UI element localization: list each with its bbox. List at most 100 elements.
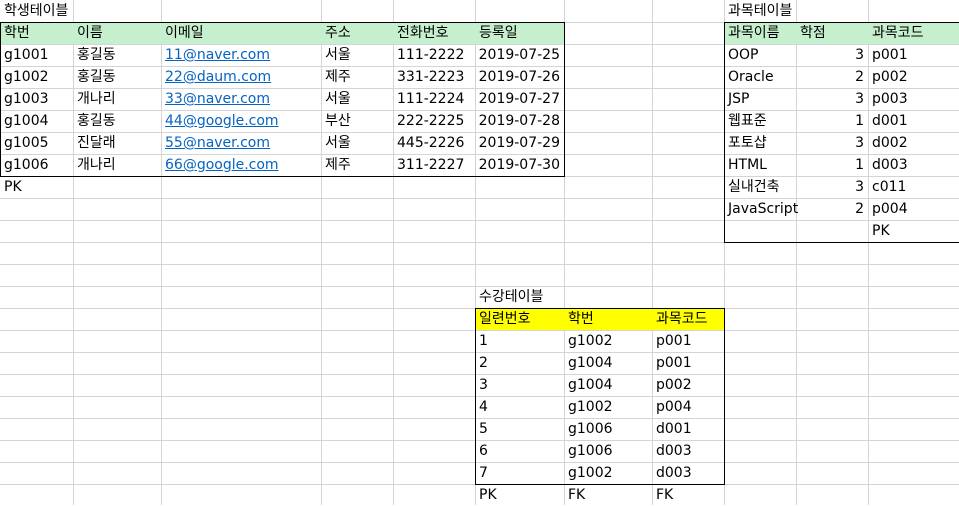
student-data-cell[interactable]: 제주 <box>321 66 393 87</box>
enroll-data-cell[interactable]: g1006 <box>564 418 652 439</box>
student-data-cell[interactable]: g1002 <box>0 66 73 87</box>
student-data-cell[interactable]: 222-2225 <box>393 110 475 131</box>
enroll-data-cell[interactable]: 3 <box>475 374 564 395</box>
course-data-cell[interactable]: OOP <box>724 44 796 65</box>
email-link[interactable]: 33@naver.com <box>161 88 321 109</box>
student-data-cell[interactable]: 서울 <box>321 132 393 153</box>
email-link[interactable]: 22@daum.com <box>161 66 321 87</box>
student-data-cell[interactable]: g1003 <box>0 88 73 109</box>
course-key-note[interactable]: PK <box>868 220 959 241</box>
student-data-cell[interactable]: 제주 <box>321 154 393 175</box>
course-data-cell[interactable]: c011 <box>868 176 959 197</box>
student-data-cell[interactable]: 111-2222 <box>393 44 475 65</box>
student-data-cell[interactable]: 개나리 <box>73 154 161 175</box>
student-data-cell[interactable]: g1004 <box>0 110 73 131</box>
student-data-cell[interactable]: 부산 <box>321 110 393 131</box>
course-data-cell[interactable]: 1 <box>796 154 868 175</box>
enroll-data-cell[interactable]: 7 <box>475 462 564 483</box>
course-data-cell[interactable]: d001 <box>868 110 959 131</box>
enroll-header-cell[interactable]: 일련번호 <box>475 308 564 329</box>
enroll-data-cell[interactable]: p004 <box>652 396 724 417</box>
student-data-cell[interactable]: 2019-07-26 <box>475 66 564 87</box>
enroll-header-cell[interactable]: 학번 <box>564 308 652 329</box>
enroll-data-cell[interactable]: d003 <box>652 440 724 461</box>
enroll-data-cell[interactable]: 5 <box>475 418 564 439</box>
student-data-cell[interactable]: g1005 <box>0 132 73 153</box>
email-link[interactable]: 11@naver.com <box>161 44 321 65</box>
enroll-data-cell[interactable]: g1006 <box>564 440 652 461</box>
course-data-cell[interactable]: p003 <box>868 88 959 109</box>
enroll-key-note[interactable]: FK <box>564 484 652 505</box>
course-data-cell[interactable]: JavaScript <box>724 198 798 219</box>
course-data-cell[interactable]: d002 <box>868 132 959 153</box>
student-data-cell[interactable]: 2019-07-29 <box>475 132 564 153</box>
course-data-cell[interactable]: 2 <box>796 198 868 219</box>
student-data-cell[interactable]: g1001 <box>0 44 73 65</box>
student-data-cell[interactable]: 2019-07-28 <box>475 110 564 131</box>
course-data-cell[interactable]: p002 <box>868 66 959 87</box>
student-data-cell[interactable]: 111-2224 <box>393 88 475 109</box>
student-data-cell[interactable]: 311-2227 <box>393 154 475 175</box>
email-link[interactable]: 66@google.com <box>161 154 321 175</box>
course-header-cell[interactable]: 과목이름 <box>724 22 796 43</box>
student-data-cell[interactable]: 홍길동 <box>73 110 161 131</box>
course-data-cell[interactable]: HTML <box>724 154 796 175</box>
course-data-cell[interactable]: 2 <box>796 66 868 87</box>
course-data-cell[interactable]: p004 <box>868 198 959 219</box>
enroll-key-note[interactable]: PK <box>475 484 564 505</box>
student-data-cell[interactable]: 서울 <box>321 44 393 65</box>
student-data-cell[interactable]: 2019-07-25 <box>475 44 564 65</box>
enroll-data-cell[interactable]: g1002 <box>564 330 652 351</box>
student-data-cell[interactable]: g1006 <box>0 154 73 175</box>
student-data-cell[interactable]: 2019-07-27 <box>475 88 564 109</box>
student-data-cell[interactable]: 진달래 <box>73 132 161 153</box>
course-data-cell[interactable]: p001 <box>868 44 959 65</box>
course-data-cell[interactable]: 웹표준 <box>724 110 796 131</box>
course-data-cell[interactable]: 1 <box>796 110 868 131</box>
course-data-cell[interactable]: d003 <box>868 154 959 175</box>
student-data-cell[interactable]: 331-2223 <box>393 66 475 87</box>
course-data-cell[interactable]: JSP <box>724 88 796 109</box>
enroll-data-cell[interactable]: 6 <box>475 440 564 461</box>
course-data-cell[interactable]: 3 <box>796 44 868 65</box>
email-link[interactable]: 44@google.com <box>161 110 321 131</box>
student-data-cell[interactable]: 445-2226 <box>393 132 475 153</box>
enroll-data-cell[interactable]: p001 <box>652 352 724 373</box>
student-data-cell[interactable]: 홍길동 <box>73 66 161 87</box>
enroll-data-cell[interactable]: p001 <box>652 330 724 351</box>
course-data-cell[interactable]: 실내건축 <box>724 176 796 197</box>
email-link[interactable]: 55@naver.com <box>161 132 321 153</box>
enroll-data-cell[interactable]: g1002 <box>564 396 652 417</box>
enroll-data-cell[interactable]: p002 <box>652 374 724 395</box>
course-data-cell[interactable]: Oracle <box>724 66 796 87</box>
enroll-data-cell[interactable]: g1004 <box>564 374 652 395</box>
student-header-cell[interactable]: 이메일 <box>161 22 321 43</box>
student-table-title[interactable]: 학생테이블 <box>0 0 73 21</box>
student-key-note[interactable]: PK <box>0 176 73 197</box>
student-header-cell[interactable]: 학번 <box>0 22 73 43</box>
student-data-cell[interactable]: 개나리 <box>73 88 161 109</box>
enroll-data-cell[interactable]: 1 <box>475 330 564 351</box>
enroll-key-note[interactable]: FK <box>652 484 724 505</box>
enroll-data-cell[interactable]: g1002 <box>564 462 652 483</box>
student-data-cell[interactable]: 홍길동 <box>73 44 161 65</box>
student-data-cell[interactable]: 서울 <box>321 88 393 109</box>
course-header-cell[interactable]: 학점 <box>796 22 868 43</box>
course-data-cell[interactable]: 3 <box>796 88 868 109</box>
student-header-cell[interactable]: 전화번호 <box>393 22 475 43</box>
enroll-header-cell[interactable]: 과목코드 <box>652 308 724 329</box>
course-header-cell[interactable]: 과목코드 <box>868 22 959 43</box>
enroll-table-title[interactable]: 수강테이블 <box>475 286 564 307</box>
course-data-cell[interactable]: 3 <box>796 176 868 197</box>
enroll-data-cell[interactable]: d003 <box>652 462 724 483</box>
student-data-cell[interactable]: 2019-07-30 <box>475 154 564 175</box>
course-data-cell[interactable]: 포토샵 <box>724 132 796 153</box>
course-data-cell[interactable]: 3 <box>796 132 868 153</box>
student-header-cell[interactable]: 등록일 <box>475 22 564 43</box>
student-header-cell[interactable]: 주소 <box>321 22 393 43</box>
course-table-title[interactable]: 과목테이블 <box>724 0 796 21</box>
enroll-data-cell[interactable]: g1004 <box>564 352 652 373</box>
enroll-data-cell[interactable]: d001 <box>652 418 724 439</box>
enroll-data-cell[interactable]: 4 <box>475 396 564 417</box>
student-header-cell[interactable]: 이름 <box>73 22 161 43</box>
